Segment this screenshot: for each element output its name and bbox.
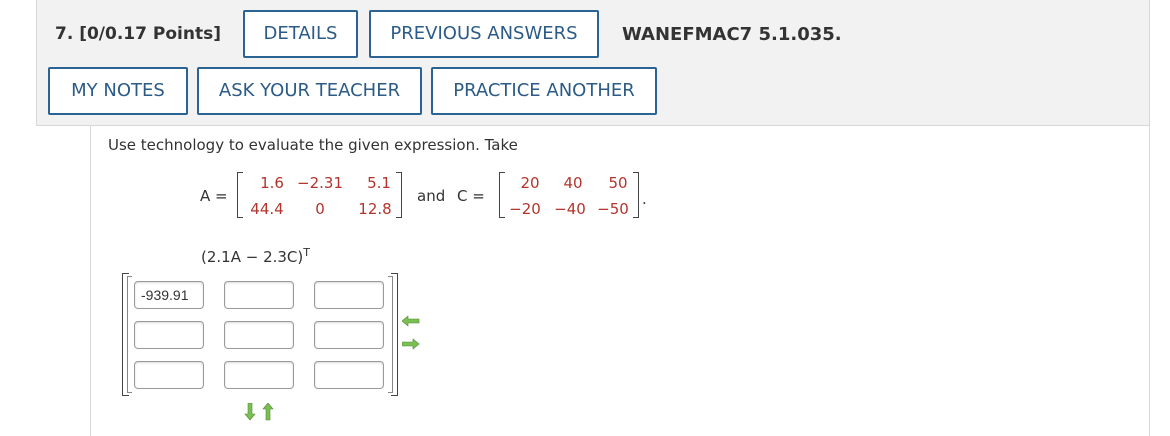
answer-cell-r2c3[interactable] <box>314 321 384 349</box>
answer-left-bracket-inner <box>127 276 132 393</box>
answer-cell-r3c3[interactable] <box>314 361 384 389</box>
details-button[interactable]: DETAILS <box>243 10 358 58</box>
answer-cell-r3c2[interactable] <box>224 361 294 389</box>
and-text: and <box>417 187 446 205</box>
answer-cell-r1c1[interactable] <box>134 281 204 309</box>
matrix-c-cell: −50 <box>597 200 629 218</box>
expression: (2.1A − 2.3C)T <box>201 246 310 266</box>
matrix-a-label: A = <box>200 187 228 205</box>
answer-cell-r1c3[interactable] <box>314 281 384 309</box>
ask-your-teacher-button[interactable]: ASK YOUR TEACHER <box>197 67 422 115</box>
my-notes-button[interactable]: MY NOTES <box>48 67 188 115</box>
matrix-c-label: C = <box>457 187 485 205</box>
answer-cell-r3c1[interactable] <box>134 361 204 389</box>
expression-superscript: T <box>303 246 310 259</box>
practice-another-button[interactable]: PRACTICE ANOTHER <box>431 67 657 115</box>
expression-base: (2.1A − 2.3C) <box>201 248 304 266</box>
matrix-a-cell: 12.8 <box>358 200 392 218</box>
previous-answers-button[interactable]: PREVIOUS ANSWERS <box>369 10 599 58</box>
matrix-a-right-bracket <box>396 172 402 218</box>
arrow-right-icon[interactable] <box>402 338 420 350</box>
matrix-c-cell: 40 <box>563 174 583 192</box>
matrix-a-cell: 1.6 <box>260 174 284 192</box>
problem-prompt: Use technology to evaluate the given exp… <box>108 136 518 154</box>
matrix-c-cell: −20 <box>509 200 541 218</box>
answer-cell-r2c1[interactable] <box>134 321 204 349</box>
arrow-up-icon[interactable] <box>262 403 274 421</box>
matrix-a-cell: 0 <box>315 200 325 218</box>
arrow-down-icon[interactable] <box>244 403 256 421</box>
question-number: 7. [0/0.17 Points] <box>55 24 221 44</box>
matrix-a-cell: −2.31 <box>297 174 343 192</box>
arrow-left-icon[interactable] <box>402 315 420 327</box>
answer-right-bracket <box>391 273 398 396</box>
answer-cell-r1c2[interactable] <box>224 281 294 309</box>
question-reference: WANEFMAC7 5.1.035. <box>622 24 842 45</box>
answer-cell-r2c2[interactable] <box>224 321 294 349</box>
matrix-a-cell: 44.4 <box>250 200 284 218</box>
period: . <box>642 190 647 208</box>
matrix-c-right-bracket <box>633 172 639 218</box>
